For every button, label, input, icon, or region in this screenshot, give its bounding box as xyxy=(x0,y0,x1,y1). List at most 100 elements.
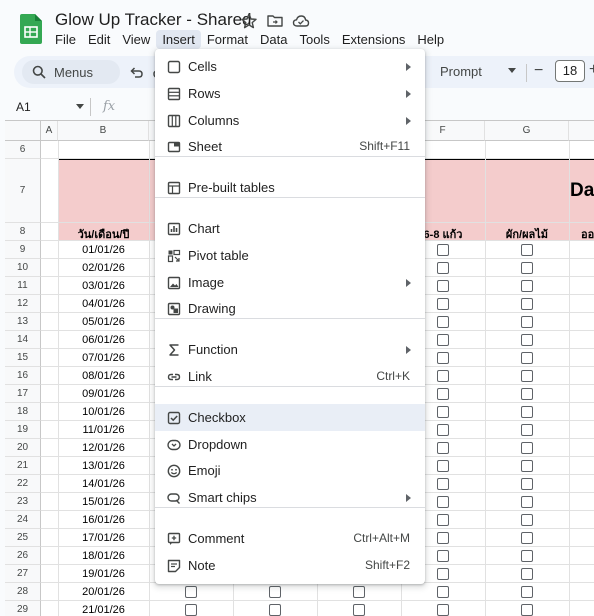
menu-item-function[interactable]: Function xyxy=(155,336,425,363)
checkbox[interactable] xyxy=(521,568,533,580)
font-family-select[interactable]: Prompt xyxy=(440,64,482,79)
checkbox[interactable] xyxy=(185,586,197,598)
chevron-down-icon[interactable] xyxy=(76,104,84,110)
row-header-14[interactable]: 14 xyxy=(5,331,41,349)
menu-item-pivot-table[interactable]: Pivot table xyxy=(155,242,425,269)
row-header-16[interactable]: 16 xyxy=(5,367,41,385)
checkbox[interactable] xyxy=(521,370,533,382)
checkbox[interactable] xyxy=(269,604,281,616)
sheets-logo-icon[interactable] xyxy=(20,14,42,44)
decrease-font-size-button[interactable]: − xyxy=(534,62,543,80)
undo-icon[interactable] xyxy=(128,64,144,80)
menu-item-rows[interactable]: Rows xyxy=(155,80,425,107)
checkbox[interactable] xyxy=(521,280,533,292)
checkbox[interactable] xyxy=(437,478,449,490)
checkbox[interactable] xyxy=(437,244,449,256)
checkbox[interactable] xyxy=(521,262,533,274)
row-header-13[interactable]: 13 xyxy=(5,313,41,331)
menu-data[interactable]: Data xyxy=(254,30,293,49)
font-size-input[interactable]: 18 xyxy=(555,60,585,82)
row-header-11[interactable]: 11 xyxy=(5,277,41,295)
move-to-folder-icon[interactable] xyxy=(266,12,284,30)
checkbox[interactable] xyxy=(521,352,533,364)
menu-help[interactable]: Help xyxy=(411,30,450,49)
checkbox[interactable] xyxy=(437,370,449,382)
checkbox[interactable] xyxy=(437,586,449,598)
row-header-12[interactable]: 12 xyxy=(5,295,41,313)
checkbox[interactable] xyxy=(437,334,449,346)
row-header-20[interactable]: 20 xyxy=(5,439,41,457)
checkbox[interactable] xyxy=(185,604,197,616)
row-header-15[interactable]: 15 xyxy=(5,349,41,367)
menu-item-checkbox[interactable]: Checkbox xyxy=(155,404,425,431)
row-header-18[interactable]: 18 xyxy=(5,403,41,421)
name-box[interactable]: A1 xyxy=(16,100,31,114)
checkbox[interactable] xyxy=(353,604,365,616)
menu-item-note[interactable]: Note Shift+F2 xyxy=(155,552,425,579)
menu-item-dropdown[interactable]: Dropdown xyxy=(155,431,425,458)
checkbox[interactable] xyxy=(437,442,449,454)
star-icon[interactable] xyxy=(240,12,258,30)
checkbox[interactable] xyxy=(437,496,449,508)
checkbox[interactable] xyxy=(437,460,449,472)
menu-item-chart[interactable]: Chart xyxy=(155,215,425,242)
menu-item-cells[interactable]: Cells xyxy=(155,53,425,80)
checkbox[interactable] xyxy=(521,316,533,328)
checkbox[interactable] xyxy=(353,586,365,598)
checkbox[interactable] xyxy=(437,406,449,418)
checkbox[interactable] xyxy=(521,406,533,418)
checkbox[interactable] xyxy=(437,514,449,526)
column-header-h[interactable]: H xyxy=(569,121,594,141)
checkbox[interactable] xyxy=(521,478,533,490)
row-header-8[interactable]: 8 xyxy=(5,223,41,241)
checkbox[interactable] xyxy=(521,442,533,454)
row-header-7[interactable]: 7 xyxy=(5,159,41,223)
checkbox[interactable] xyxy=(521,586,533,598)
checkbox[interactable] xyxy=(437,352,449,364)
checkbox[interactable] xyxy=(437,316,449,328)
row-header-23[interactable]: 23 xyxy=(5,493,41,511)
menu-extensions[interactable]: Extensions xyxy=(336,30,412,49)
increase-font-size-button[interactable]: + xyxy=(589,61,594,79)
menu-view[interactable]: View xyxy=(116,30,156,49)
row-header-22[interactable]: 22 xyxy=(5,475,41,493)
menu-format[interactable]: Format xyxy=(201,30,254,49)
row-header-24[interactable]: 24 xyxy=(5,511,41,529)
checkbox[interactable] xyxy=(521,460,533,472)
menu-item-image[interactable]: Image xyxy=(155,269,425,296)
checkbox[interactable] xyxy=(437,424,449,436)
checkbox[interactable] xyxy=(437,388,449,400)
checkbox[interactable] xyxy=(521,532,533,544)
row-header-25[interactable]: 25 xyxy=(5,529,41,547)
menus-search-button[interactable]: Menus xyxy=(22,60,120,84)
checkbox[interactable] xyxy=(521,550,533,562)
menu-edit[interactable]: Edit xyxy=(82,30,116,49)
chevron-down-icon[interactable] xyxy=(508,68,516,74)
checkbox[interactable] xyxy=(269,586,281,598)
row-header-29[interactable]: 29 xyxy=(5,601,41,616)
column-header-b[interactable]: B xyxy=(58,121,149,141)
checkbox[interactable] xyxy=(521,298,533,310)
checkbox[interactable] xyxy=(521,496,533,508)
row-header-6[interactable]: 6 xyxy=(5,141,41,159)
row-header-21[interactable]: 21 xyxy=(5,457,41,475)
checkbox[interactable] xyxy=(437,550,449,562)
menu-item-comment[interactable]: Comment Ctrl+Alt+M xyxy=(155,525,425,552)
column-header-g[interactable]: G xyxy=(485,121,569,141)
checkbox[interactable] xyxy=(437,262,449,274)
menu-tools[interactable]: Tools xyxy=(293,30,335,49)
menu-insert[interactable]: Insert xyxy=(156,30,201,49)
checkbox[interactable] xyxy=(521,424,533,436)
checkbox[interactable] xyxy=(521,514,533,526)
row-header-10[interactable]: 10 xyxy=(5,259,41,277)
checkbox[interactable] xyxy=(437,604,449,616)
checkbox[interactable] xyxy=(521,388,533,400)
select-all-corner[interactable] xyxy=(5,121,41,141)
row-header-28[interactable]: 28 xyxy=(5,583,41,601)
menu-file[interactable]: File xyxy=(49,30,82,49)
checkbox[interactable] xyxy=(521,334,533,346)
row-header-19[interactable]: 19 xyxy=(5,421,41,439)
checkbox[interactable] xyxy=(521,604,533,616)
column-header-a[interactable]: A xyxy=(41,121,58,141)
row-header-9[interactable]: 9 xyxy=(5,241,41,259)
